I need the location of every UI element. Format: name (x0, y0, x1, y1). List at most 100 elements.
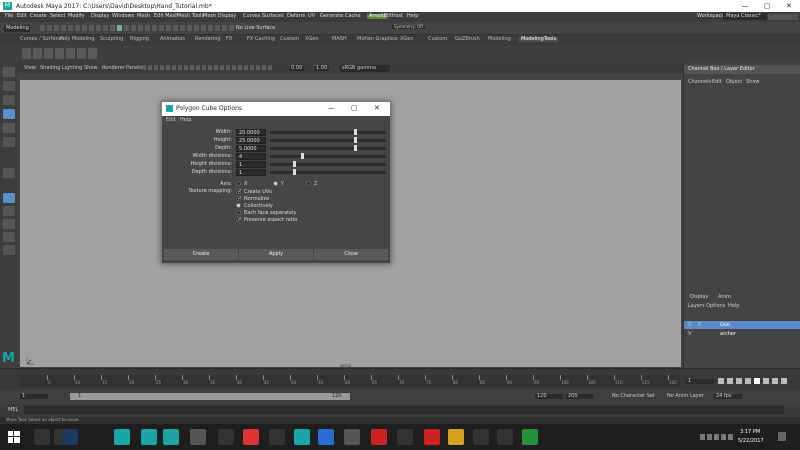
width-field[interactable]: 20.0000 (236, 129, 266, 136)
dropbox-icon[interactable] (318, 429, 334, 445)
menu-deform[interactable]: Deform (287, 14, 306, 19)
tray-icon[interactable] (721, 434, 726, 440)
apply-button[interactable]: Apply (239, 249, 313, 260)
status-tool-icon[interactable] (194, 25, 199, 31)
panel-menu-lighting[interactable]: Lighting (62, 66, 82, 71)
panel-toolbar-icon[interactable] (262, 65, 266, 70)
layer-menu-options[interactable]: Options (706, 304, 725, 309)
play-forward-icon[interactable] (754, 378, 760, 384)
lasso-tool-icon[interactable] (3, 81, 15, 91)
shelf-icon[interactable] (88, 48, 97, 59)
current-frame-field[interactable]: 1 (686, 379, 714, 384)
channel-menu-channels[interactable]: Channels (688, 80, 711, 85)
panel-menu-panels[interactable]: Panels (126, 66, 142, 71)
status-tool-icon[interactable] (110, 25, 115, 31)
create-button[interactable]: Create (164, 249, 238, 260)
photoshop-icon[interactable] (62, 429, 78, 445)
panel-toolbar-icon[interactable] (238, 65, 242, 70)
shelf-tab-modelingtools[interactable]: ModelingTools (519, 37, 559, 42)
panel-toolbar-icon[interactable] (220, 65, 224, 70)
status-tool-icon[interactable] (117, 25, 122, 31)
mudbox-icon[interactable] (163, 429, 179, 445)
fps-dropdown[interactable]: 24 fps (714, 394, 742, 399)
file-icon[interactable] (448, 429, 464, 445)
character-set-dropdown[interactable]: No Character Set (612, 394, 655, 399)
tray-icon[interactable] (728, 434, 733, 440)
shelf-tab-poly-modeling[interactable]: Poly Modeling (60, 37, 95, 42)
shelf-tab-animation[interactable]: Animation (160, 37, 186, 42)
panel-toolbar-icon[interactable] (232, 65, 236, 70)
layer-visibility-toggle[interactable]: V (688, 323, 691, 328)
height-field[interactable]: 25.0000 (236, 137, 266, 144)
status-tool-icon[interactable] (96, 25, 101, 31)
status-tool-icon[interactable] (201, 25, 206, 31)
workspace-dropdown[interactable]: Maya Classic* (723, 13, 767, 20)
search-icon[interactable] (34, 429, 50, 445)
panel-toolbar-icon[interactable] (250, 65, 254, 70)
status-tool-icon[interactable] (89, 25, 94, 31)
shelf-tab-mash[interactable]: MASH (332, 37, 347, 42)
tray-icon[interactable] (707, 434, 712, 440)
status-tool-icon[interactable] (47, 25, 52, 31)
panel-toolbar-icon[interactable] (208, 65, 212, 70)
menu-uv[interactable]: UV (308, 14, 315, 19)
dialog-minimize-button[interactable]: — (328, 105, 335, 112)
status-tool-icon[interactable] (229, 25, 234, 31)
step-forward-key-icon[interactable] (772, 378, 778, 384)
end-frame-field[interactable]: 120 (535, 394, 563, 399)
shelf-icon[interactable] (44, 48, 53, 59)
tray-icon[interactable] (714, 434, 719, 440)
move-tool-icon[interactable] (3, 109, 15, 119)
layer-row[interactable]: Varcher (684, 330, 800, 338)
calculator-icon[interactable] (269, 429, 285, 445)
status-tool-icon[interactable] (152, 25, 157, 31)
near-clip-field[interactable]: 0.00 (289, 66, 305, 71)
panel-toolbar-icon[interactable] (154, 65, 158, 70)
layer-row[interactable]: V P Goo (684, 321, 800, 329)
four-view-layout-icon[interactable] (3, 206, 15, 216)
rotate-tool-icon[interactable] (3, 123, 15, 133)
status-tool-icon[interactable] (75, 25, 80, 31)
chrome-icon[interactable] (243, 429, 259, 445)
height-slider-thumb[interactable] (354, 137, 357, 143)
shelf-tab-fx[interactable]: FX (226, 37, 232, 42)
panel-menu-view[interactable]: View (24, 66, 36, 71)
channel-box-header[interactable]: Channel Box / Layer Editor (684, 65, 800, 74)
status-tool-icon[interactable] (187, 25, 192, 31)
dialog-menu-edit[interactable]: Edit (166, 118, 176, 123)
status-tool-icon[interactable] (61, 25, 66, 31)
select-tool-icon[interactable] (3, 67, 15, 77)
status-tool-icon[interactable] (131, 25, 136, 31)
status-tool-icon[interactable] (145, 25, 150, 31)
menu-modify[interactable]: Modify (68, 14, 85, 19)
menu-edit[interactable]: Edit (17, 14, 27, 19)
dialog-maximize-button[interactable]: ▢ (351, 105, 358, 112)
red-app-icon[interactable] (371, 429, 387, 445)
menu-curves[interactable]: Curves (243, 14, 260, 19)
panel-toolbar-icon[interactable] (202, 65, 206, 70)
status-tool-icon[interactable] (40, 25, 45, 31)
depth-divisions-slider[interactable] (270, 171, 386, 174)
persp-graph-layout-icon[interactable] (3, 232, 15, 242)
height-divisions-slider[interactable] (270, 163, 386, 166)
time-slider[interactable]: 5 10 15 20 25 30 35 40 45 50 55 60 65 70 75 80 85 90 95 100… (0, 368, 800, 391)
panel-toolbar-icon[interactable] (190, 65, 194, 70)
maya-icon[interactable] (114, 429, 130, 445)
depth-divisions-field[interactable]: 1 (236, 169, 266, 176)
height-slider[interactable] (270, 139, 386, 142)
panel-toolbar-icon[interactable] (214, 65, 218, 70)
shelf-icon[interactable] (55, 48, 64, 59)
panel-toolbar-icon[interactable] (178, 65, 182, 70)
channel-menu-object[interactable]: Object (726, 80, 742, 85)
panel-menu-show[interactable]: Show (84, 66, 98, 71)
panel-toolbar-icon[interactable] (244, 65, 248, 70)
status-tool-icon[interactable] (159, 25, 164, 31)
status-tool-icon[interactable] (138, 25, 143, 31)
menu-display[interactable]: Display (91, 14, 109, 19)
menu-generate[interactable]: Generate (320, 14, 343, 19)
shelf-tab-fx-caching[interactable]: FX Caching (247, 37, 275, 42)
layer-visibility-toggle[interactable]: V (688, 332, 691, 337)
status-tool-icon[interactable] (68, 25, 73, 31)
status-tool-icon[interactable] (103, 25, 108, 31)
layer-tab-display[interactable]: Display (690, 295, 708, 300)
